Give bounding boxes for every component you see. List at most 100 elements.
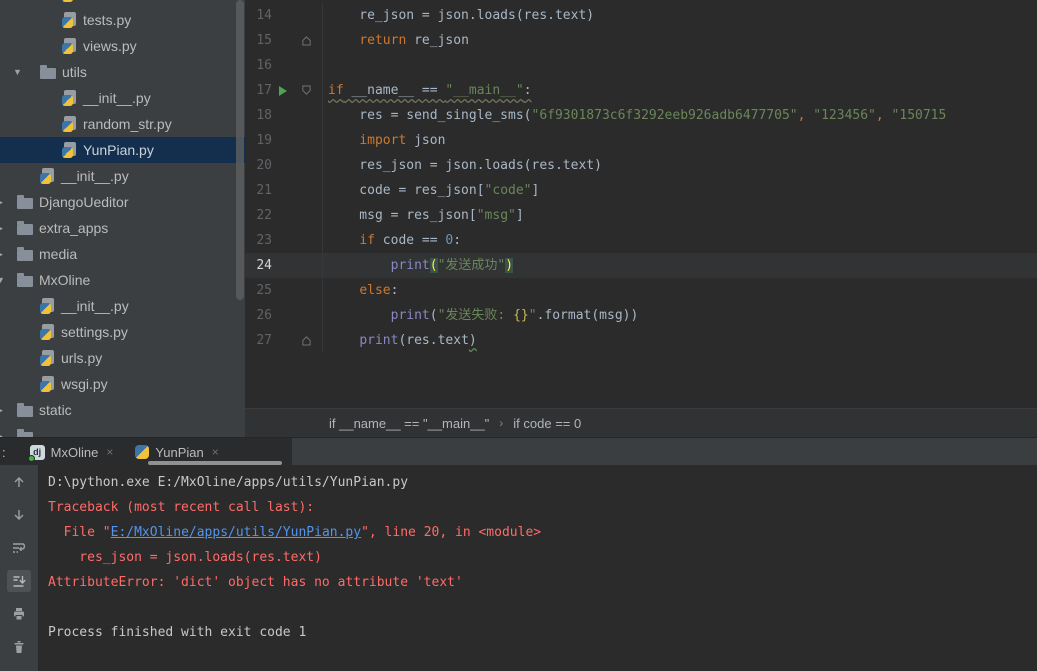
stacktrace-link[interactable]: E:/MxOline/apps/utils/YunPian.py — [111, 525, 361, 540]
code-text[interactable]: res = send_single_sms("6f9301873c6f3292e… — [322, 103, 1037, 128]
chevron-collapsed-icon[interactable]: ▶ — [0, 197, 3, 207]
chevron-collapsed-icon[interactable]: ▶ — [0, 405, 3, 415]
line-number[interactable]: 19 — [245, 128, 272, 153]
code-text[interactable]: if code == 0: — [322, 228, 1037, 253]
code-text[interactable]: res_json = json.loads(res.text) — [322, 153, 1037, 178]
scroll-to-end-button[interactable] — [7, 570, 31, 592]
code-text[interactable]: print("发送失败: {}".format(msg)) — [322, 303, 1037, 328]
tree-item-label: __init__.py — [61, 168, 129, 184]
line-number[interactable]: 25 — [245, 278, 272, 303]
line-number[interactable]: 27 — [245, 328, 272, 353]
code-line-25[interactable]: 25 else: — [245, 278, 1037, 303]
code-text[interactable]: code = res_json["code"] — [322, 178, 1037, 203]
tree-item-settings.py[interactable]: settings.py — [0, 319, 245, 345]
tree-item-extra_apps[interactable]: ▶ extra_apps — [0, 215, 245, 241]
code-line-21[interactable]: 21 code = res_json["code"] — [245, 178, 1037, 203]
line-number[interactable]: 22 — [245, 203, 272, 228]
chevron-expanded-icon[interactable]: ▼ — [0, 275, 5, 285]
fold-gutter — [294, 53, 322, 78]
code-text[interactable]: print("发送成功") — [322, 253, 1037, 278]
breadcrumb-item-if-code[interactable]: if code == 0 — [513, 416, 581, 431]
soft-wrap-button[interactable] — [7, 537, 31, 559]
tree-item-__init__.py[interactable]: __init__.py — [0, 85, 245, 111]
breadcrumb: if __name__ == "__main__" › if code == 0 — [245, 408, 1037, 437]
project-tree-scrollbar[interactable] — [236, 0, 244, 300]
line-number[interactable]: 16 — [245, 53, 272, 78]
close-icon[interactable]: × — [106, 445, 113, 459]
code-line-15[interactable]: 15 return re_json — [245, 28, 1037, 53]
tree-item-urls.py[interactable]: urls.py — [0, 345, 245, 371]
code-line-18[interactable]: 18 res = send_single_sms("6f9301873c6f32… — [245, 103, 1037, 128]
tree-item-__init__.py[interactable]: __init__.py — [0, 293, 245, 319]
run-gutter — [272, 103, 294, 128]
code-line-27[interactable]: 27 print(res.text) — [245, 328, 1037, 353]
python-icon — [135, 445, 150, 459]
tree-item-__init__.py[interactable]: __init__.py — [0, 163, 245, 189]
clear-all-button[interactable] — [7, 636, 31, 658]
code-editor[interactable]: 14 re_json = json.loads(res.text) 15 retu… — [245, 0, 1037, 408]
code-text[interactable]: else: — [322, 278, 1037, 303]
code-text[interactable]: re_json = json.loads(res.text) — [322, 3, 1037, 28]
tree-item-DjangoUeditor[interactable]: ▶ DjangoUeditor — [0, 189, 245, 215]
run-gutter — [272, 203, 294, 228]
tree-item-MxOline[interactable]: ▼ MxOline — [0, 267, 245, 293]
close-icon[interactable]: × — [212, 445, 219, 459]
chevron-collapsed-icon[interactable]: ▶ — [0, 223, 3, 233]
chevron-expanded-icon[interactable]: ▼ — [13, 67, 22, 77]
tree-item-label: wsgi.py — [61, 376, 108, 392]
line-number[interactable]: 14 — [245, 3, 272, 28]
console-output[interactable]: D:\python.exe E:/MxOline/apps/utils/YunP… — [38, 465, 1037, 671]
run-line-button[interactable] — [272, 78, 294, 103]
line-number[interactable]: 23 — [245, 228, 272, 253]
code-line-17[interactable]: 17 if __name__ == "__main__": — [245, 78, 1037, 103]
tree-item-partial[interactable] — [0, 0, 245, 7]
code-text[interactable]: if __name__ == "__main__": — [322, 78, 1037, 103]
tree-item-media[interactable]: ▶ media — [0, 241, 245, 267]
code-text[interactable]: print(res.text) — [322, 328, 1037, 353]
code-line-14[interactable]: 14 re_json = json.loads(res.text) — [245, 3, 1037, 28]
fold-gutter — [294, 3, 322, 28]
line-number[interactable]: 18 — [245, 103, 272, 128]
line-number[interactable]: 15 — [245, 28, 272, 53]
run-tab-mxoline[interactable]: dj MxOline × — [22, 438, 122, 466]
code-text[interactable]: import json — [322, 128, 1037, 153]
tree-item-YunPian.py[interactable]: YunPian.py — [0, 137, 245, 163]
fold-marker-icon[interactable] — [294, 328, 322, 353]
tree-item-partial[interactable]: ▶ — [0, 423, 245, 437]
python-file-icon — [40, 168, 54, 184]
console-line: D:\python.exe E:/MxOline/apps/utils/YunP… — [48, 470, 1037, 495]
tree-item-random_str.py[interactable]: random_str.py — [0, 111, 245, 137]
print-button[interactable] — [7, 603, 31, 625]
line-number[interactable]: 24 — [245, 253, 272, 278]
up-stacktrace-button[interactable] — [7, 471, 31, 493]
tree-item-tests.py[interactable]: tests.py — [0, 7, 245, 33]
line-number[interactable]: 21 — [245, 178, 272, 203]
tree-item-views.py[interactable]: views.py — [0, 33, 245, 59]
console-toolbar — [0, 465, 38, 671]
fold-marker-icon[interactable] — [294, 28, 322, 53]
code-line-20[interactable]: 20 res_json = json.loads(res.text) — [245, 153, 1037, 178]
line-number[interactable]: 17 — [245, 78, 272, 103]
running-indicator-dot — [27, 454, 35, 462]
line-number[interactable]: 26 — [245, 303, 272, 328]
tree-item-utils[interactable]: ▼ utils — [0, 59, 245, 85]
console-text: AttributeError: 'dict' object has no att… — [48, 575, 463, 590]
tree-item-static[interactable]: ▶ static — [0, 397, 245, 423]
breadcrumb-item-main[interactable]: if __name__ == "__main__" — [329, 416, 489, 431]
code-text[interactable]: msg = res_json["msg"] — [322, 203, 1037, 228]
code-line-22[interactable]: 22 msg = res_json["msg"] — [245, 203, 1037, 228]
run-arrow-icon[interactable] — [279, 85, 287, 96]
fold-marker-icon[interactable] — [294, 78, 322, 103]
code-line-23[interactable]: 23 if code == 0: — [245, 228, 1037, 253]
code-line-19[interactable]: 19 import json — [245, 128, 1037, 153]
code-line-16[interactable]: 16 — [245, 53, 1037, 78]
code-line-26[interactable]: 26 print("发送失败: {}".format(msg)) — [245, 303, 1037, 328]
tree-item-label: views.py — [83, 38, 137, 54]
down-stacktrace-button[interactable] — [7, 504, 31, 526]
code-text[interactable] — [322, 53, 1037, 78]
code-text[interactable]: return re_json — [322, 28, 1037, 53]
code-line-24[interactable]: 24 print("发送成功") — [245, 253, 1037, 278]
chevron-collapsed-icon[interactable]: ▶ — [0, 249, 3, 259]
tree-item-wsgi.py[interactable]: wsgi.py — [0, 371, 245, 397]
line-number[interactable]: 20 — [245, 153, 272, 178]
